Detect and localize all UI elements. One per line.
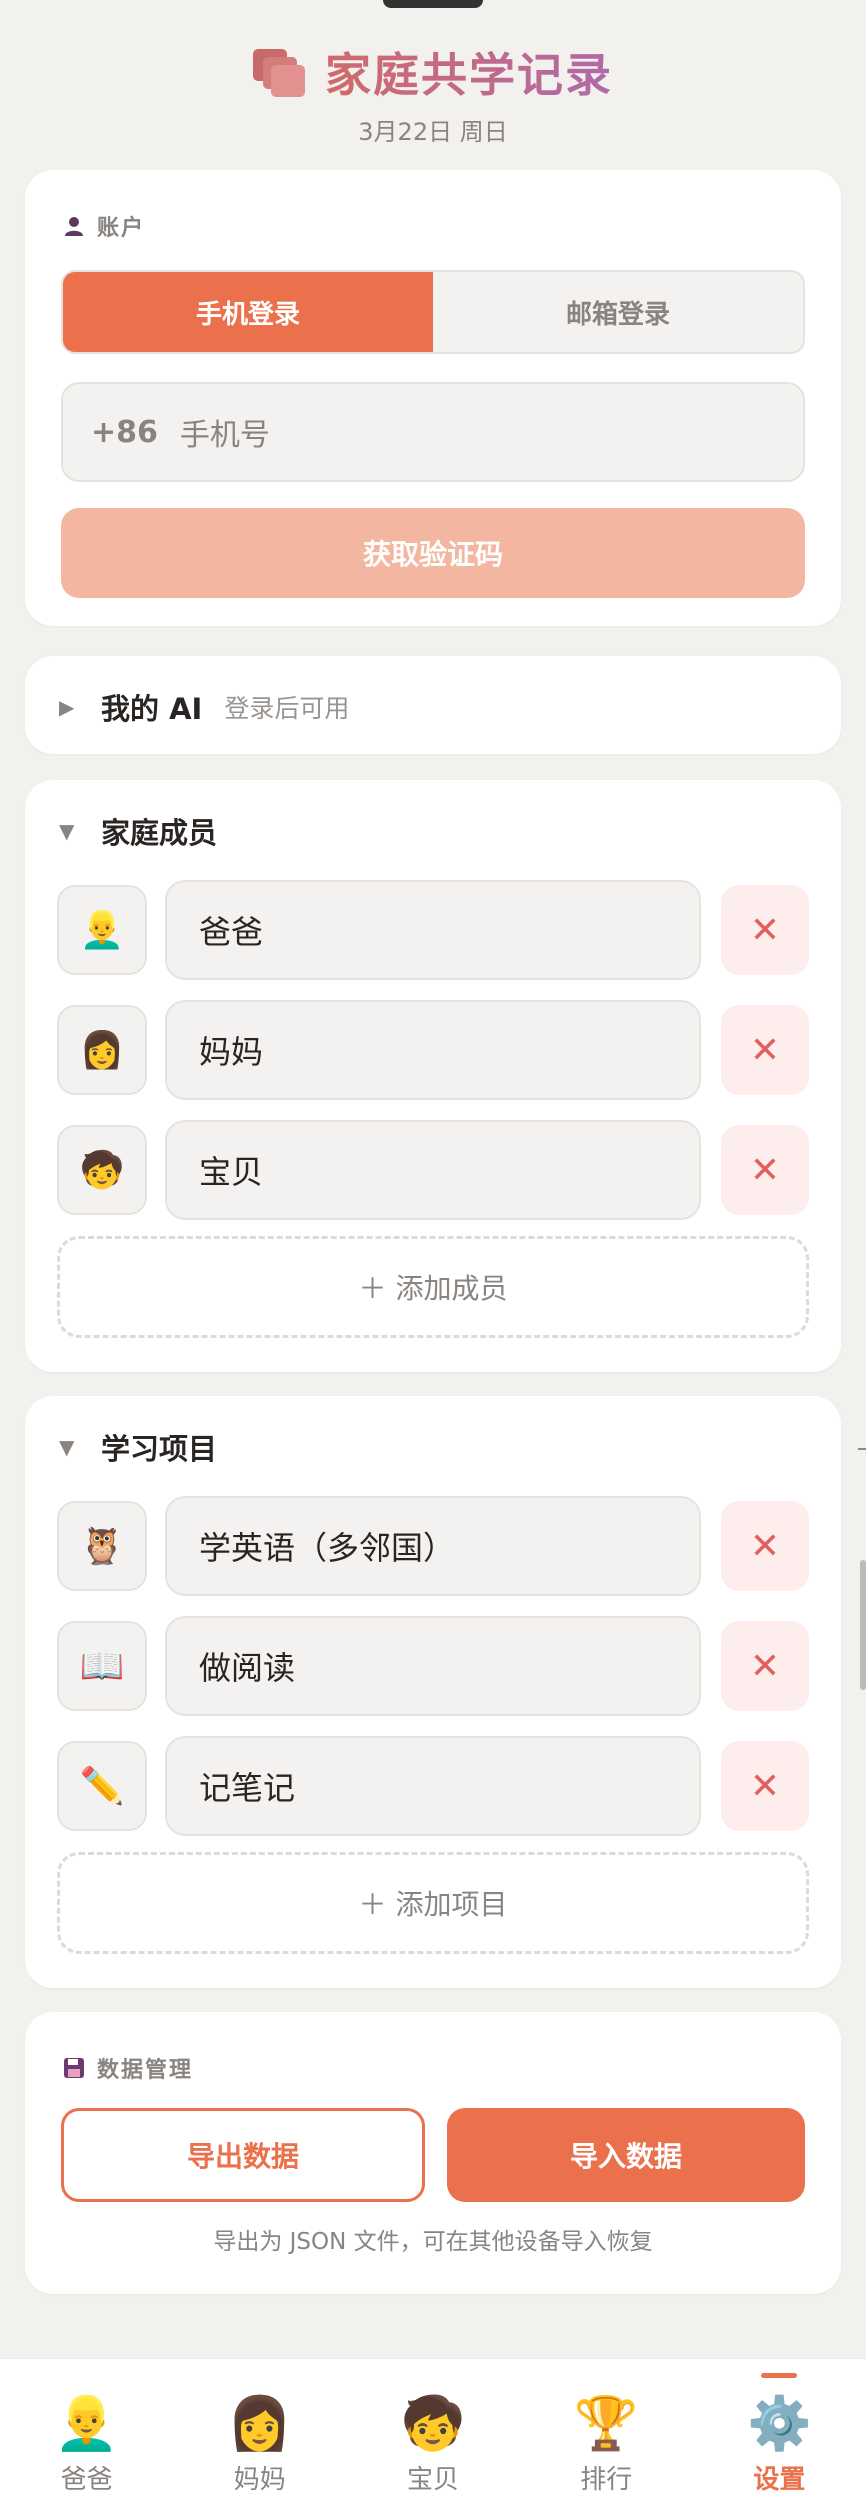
projects-card: ▼ 学习项目 🦉 学英语（多邻国） ✕ 📖 做阅读 ✕ ✏️ 记笔记 ✕ ＋ 添…	[25, 1396, 841, 1988]
delete-project-button[interactable]: ✕	[721, 1501, 809, 1591]
member-name-input[interactable]: 爸爸	[165, 880, 701, 980]
status-notch	[383, 0, 483, 8]
projects-header[interactable]: ▼ 学习项目	[59, 1426, 217, 1468]
members-card: ▼ 家庭成员 👱‍♂️ 爸爸 ✕ 👩 妈妈 ✕ 🧒 宝贝 ✕ ＋ 添加成员	[25, 780, 841, 1372]
tab-mom[interactable]: 👩 妈妈	[173, 2359, 346, 2510]
floppy-disk-icon	[63, 2057, 85, 2079]
tab-label: 宝贝	[407, 2465, 460, 2495]
delete-member-button[interactable]: ✕	[721, 885, 809, 975]
close-icon: ✕	[749, 1029, 781, 1071]
dad-face-icon: 👱‍♂️	[54, 2394, 119, 2454]
user-icon	[63, 215, 85, 237]
member-row: 👩 妈妈 ✕	[57, 1000, 809, 1100]
project-row: 🦉 学英语（多邻国） ✕	[57, 1496, 809, 1596]
country-code: +86	[91, 414, 158, 450]
phone-input[interactable]: +86 手机号	[61, 382, 805, 482]
member-name-input[interactable]: 妈妈	[165, 1000, 701, 1100]
data-hint-text: 导出为 JSON 文件，可在其他设备导入恢复	[213, 2229, 653, 2255]
current-date: 3月22日 周日	[358, 118, 508, 146]
close-icon: ✕	[749, 1645, 781, 1687]
owl-icon[interactable]: 🦉	[57, 1501, 147, 1591]
login-method-tabs: 手机登录 邮箱登录	[61, 270, 805, 354]
title-row: 家庭共学记录	[0, 40, 866, 104]
delete-project-button[interactable]: ✕	[721, 1621, 809, 1711]
import-data-button[interactable]: 导入数据	[447, 2108, 805, 2202]
delete-member-button[interactable]: ✕	[721, 1005, 809, 1095]
member-name-input[interactable]: 宝贝	[165, 1120, 701, 1220]
tab-label: 爸爸	[60, 2465, 113, 2495]
account-section-label: 账户	[97, 216, 146, 241]
tab-phone-login[interactable]: 手机登录	[63, 272, 433, 352]
export-data-button[interactable]: 导出数据	[61, 2108, 425, 2202]
delete-project-button[interactable]: ✕	[721, 1741, 809, 1831]
page-header: 家庭共学记录 3月22日 周日	[0, 40, 866, 147]
expand-triangle-icon: ▶	[59, 695, 75, 719]
phone-placeholder: 手机号	[179, 418, 270, 453]
page-title: 家庭共学记录	[325, 39, 613, 105]
close-icon: ✕	[749, 1765, 781, 1807]
trophy-icon: 🏆	[573, 2394, 639, 2454]
projects-title: 学习项目	[101, 1432, 218, 1466]
delete-member-button[interactable]: ✕	[721, 1125, 809, 1215]
tab-ranking[interactable]: 🏆 排行	[520, 2359, 693, 2510]
account-card: 账户 手机登录 邮箱登录 +86 手机号 获取验证码	[25, 170, 841, 626]
book-icon[interactable]: 📖	[57, 1621, 147, 1711]
child-face-icon[interactable]: 🧒	[57, 1125, 147, 1215]
account-section-header: 账户	[63, 210, 145, 242]
close-icon: ✕	[749, 1149, 781, 1191]
gear-icon: ⚙️	[747, 2394, 812, 2454]
tab-label: 妈妈	[233, 2465, 286, 2495]
dad-face-icon[interactable]: 👱‍♂️	[57, 885, 147, 975]
my-ai-title: 我的 AI	[101, 692, 203, 726]
mom-face-icon: 👩	[227, 2394, 293, 2454]
app-logo-icon	[253, 47, 305, 97]
tab-dad[interactable]: 👱‍♂️ 爸爸	[0, 2359, 173, 2510]
members-header[interactable]: ▼ 家庭成员	[59, 810, 217, 852]
collapse-triangle-icon: ▼	[59, 819, 75, 843]
data-section-header: 数据管理	[63, 2052, 193, 2084]
project-row: 📖 做阅读 ✕	[57, 1616, 809, 1716]
add-project-button[interactable]: ＋ 添加项目	[57, 1852, 809, 1954]
get-code-button[interactable]: 获取验证码	[61, 508, 805, 598]
project-name-input[interactable]: 记笔记	[165, 1736, 701, 1836]
data-management-card: 数据管理 导出数据 导入数据 导出为 JSON 文件，可在其他设备导入恢复	[25, 2012, 841, 2294]
my-ai-card[interactable]: ▶ 我的 AI 登录后可用	[25, 656, 841, 754]
close-icon: ✕	[749, 1525, 781, 1567]
project-name-input[interactable]: 做阅读	[165, 1616, 701, 1716]
add-member-button[interactable]: ＋ 添加成员	[57, 1236, 809, 1338]
my-ai-header[interactable]: ▶ 我的 AI 登录后可用	[59, 686, 349, 728]
scrollbar[interactable]	[860, 1560, 866, 1690]
tab-label: 设置	[753, 2465, 806, 2495]
scroll-marker	[858, 1448, 866, 1450]
project-name-input[interactable]: 学英语（多邻国）	[165, 1496, 701, 1596]
members-title: 家庭成员	[101, 816, 218, 850]
member-row: 👱‍♂️ 爸爸 ✕	[57, 880, 809, 980]
bottom-tab-bar: 👱‍♂️ 爸爸 👩 妈妈 🧒 宝贝 🏆 排行 ⚙️ 设置	[0, 2358, 866, 2510]
tab-email-login[interactable]: 邮箱登录	[433, 272, 803, 352]
close-icon: ✕	[749, 909, 781, 951]
tab-baby[interactable]: 🧒 宝贝	[346, 2359, 519, 2510]
tab-settings[interactable]: ⚙️ 设置	[693, 2359, 866, 2510]
pencil-icon[interactable]: ✏️	[57, 1741, 147, 1831]
project-row: ✏️ 记笔记 ✕	[57, 1736, 809, 1836]
collapse-triangle-icon: ▼	[59, 1435, 75, 1459]
child-face-icon: 🧒	[400, 2394, 466, 2454]
my-ai-subtitle: 登录后可用	[224, 694, 350, 723]
data-section-label: 数据管理	[97, 2058, 194, 2083]
tab-label: 排行	[580, 2465, 633, 2495]
member-row: 🧒 宝贝 ✕	[57, 1120, 809, 1220]
mom-face-icon[interactable]: 👩	[57, 1005, 147, 1095]
